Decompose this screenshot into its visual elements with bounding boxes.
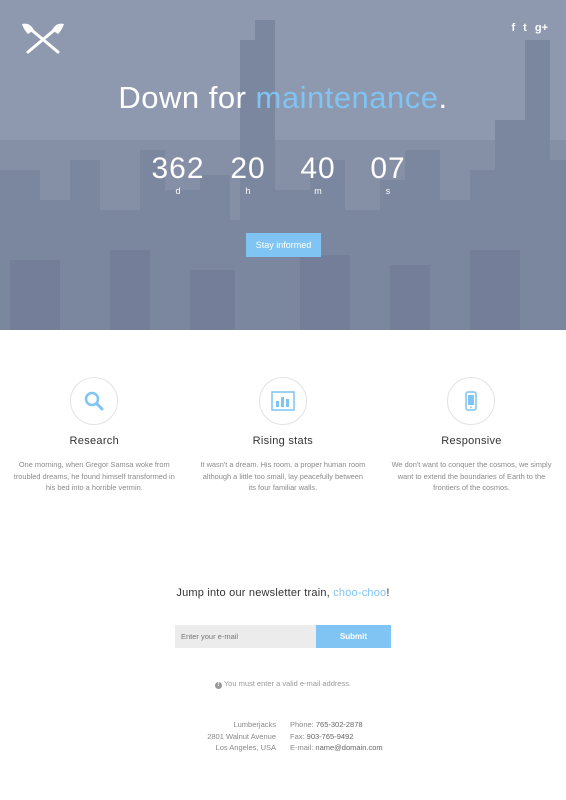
countdown-seconds: 07 s [353, 152, 423, 196]
feature-research: Research One morning, when Gregor Samsa … [0, 330, 189, 530]
footer: Lumberjacks 2801 Walnut Avenue Los Angel… [0, 719, 566, 754]
countdown-days: 362 d [143, 152, 213, 196]
features-section: Research One morning, when Gregor Samsa … [0, 330, 566, 530]
twitter-icon[interactable]: t [523, 22, 527, 34]
phone-number[interactable]: 765-302-2878 [316, 720, 363, 729]
fax-label: Fax: [290, 731, 307, 741]
countdown-unit: d [175, 186, 181, 196]
newsletter-title: Jump into our newsletter train, choo-cho… [0, 587, 566, 599]
hero-section: f t g+ Down for maintenance. 362 d 20 h … [0, 0, 566, 330]
search-icon [70, 377, 119, 425]
footer-address: Lumberjacks 2801 Walnut Avenue Los Angel… [146, 719, 276, 754]
countdown-value: 20 [230, 152, 266, 185]
title-text: Down for [118, 80, 256, 115]
feature-responsive: Responsive We don't want to conquer the … [377, 330, 566, 530]
google-plus-icon[interactable]: g+ [535, 22, 548, 34]
email-input[interactable] [175, 625, 316, 648]
feature-text: We don't want to conquer the cosmos, we … [391, 460, 552, 492]
newsletter-title-suffix: ! [386, 587, 390, 599]
newsletter-title-text: Jump into our newsletter train, [176, 587, 334, 599]
facebook-icon[interactable]: f [512, 22, 516, 34]
title-accent: maintenance [255, 80, 439, 115]
phone-line: Phone: 765-302-2878 [290, 719, 420, 731]
stay-informed-button[interactable]: Stay informed [246, 233, 321, 257]
countdown-unit: m [314, 186, 322, 196]
countdown: 362 d 20 h 40 m 07 s [0, 152, 566, 196]
social-links: f t g+ [512, 22, 549, 34]
company-name: Lumberjacks [233, 720, 276, 729]
phone-label: Phone: [290, 720, 316, 729]
newsletter-title-accent: choo-choo [333, 587, 387, 599]
newsletter-form: Submit [175, 625, 391, 648]
info-icon: ! [214, 682, 222, 689]
title-suffix: . [438, 80, 448, 115]
countdown-unit: h [245, 186, 251, 196]
street-address: 2801 Walnut Avenue [207, 731, 276, 741]
submit-button[interactable]: Submit [316, 625, 391, 648]
countdown-unit: s [385, 186, 391, 196]
feature-title: Rising stats [252, 435, 314, 447]
email-link[interactable]: name@domain.com [315, 743, 382, 752]
countdown-hours: 20 h [213, 152, 283, 196]
email-label: E-mail: [290, 743, 316, 752]
validation-message: You must enter a valid e-mail address. [223, 679, 352, 688]
feature-title: Responsive [441, 435, 502, 447]
fax-number: 903-765-9492 [306, 731, 354, 741]
crossed-axes-logo-icon [22, 23, 64, 54]
countdown-value: 362 [151, 152, 205, 185]
page-title: Down for maintenance. [0, 80, 566, 116]
city-address: Los Angeles, USA [215, 743, 276, 752]
countdown-value: 40 [300, 152, 336, 185]
validation-notice: ! You must enter a valid e-mail address. [0, 679, 566, 689]
feature-text: It wasn't a dream. His room, a proper hu… [200, 460, 366, 492]
fax-line: Fax: 903-765-9492 [290, 731, 420, 743]
feature-title: Research [69, 435, 120, 447]
countdown-value: 07 [370, 152, 406, 185]
footer-contact: Phone: 765-302-2878 Fax: 903-765-9492 E-… [290, 719, 420, 754]
feature-text: One morning, when Gregor Samsa woke from… [13, 460, 175, 492]
bar-chart-icon [258, 377, 307, 425]
countdown-minutes: 40 m [283, 152, 353, 196]
mobile-icon [447, 377, 496, 425]
feature-rising-stats: Rising stats It wasn't a dream. His room… [189, 330, 378, 530]
email-line: E-mail: name@domain.com [290, 742, 420, 754]
